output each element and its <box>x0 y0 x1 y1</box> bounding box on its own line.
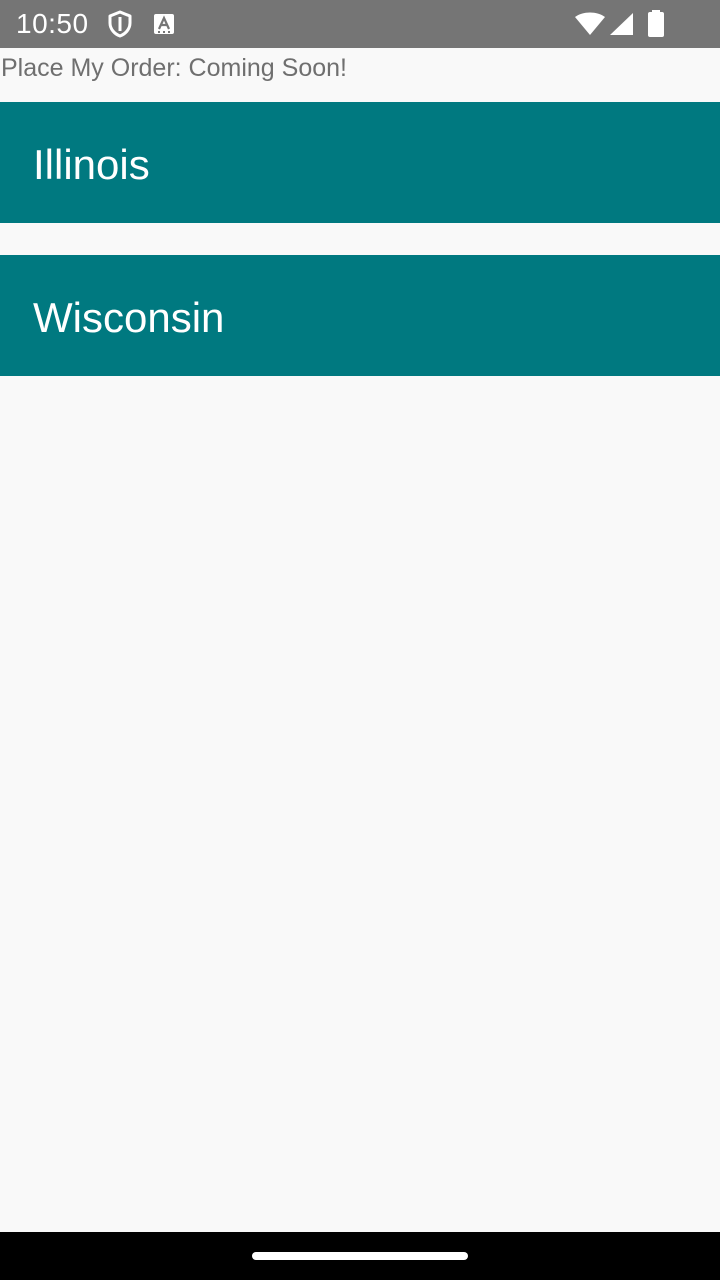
region-label: Wisconsin <box>33 294 225 341</box>
region-item-wisconsin[interactable]: Wisconsin <box>0 255 720 376</box>
battery-icon <box>648 10 664 37</box>
region-label: Illinois <box>33 141 150 188</box>
page-title: Place My Order: Coming Soon! <box>1 54 347 82</box>
shield-icon <box>108 10 132 38</box>
wifi-icon <box>575 12 605 35</box>
status-time: 10:50 <box>16 8 89 39</box>
status-bar: 10:50 <box>0 0 720 48</box>
region-list: Illinois Wisconsin <box>0 102 720 408</box>
cell-signal-icon <box>610 13 633 35</box>
navigation-bar <box>0 1232 720 1280</box>
home-handle-icon[interactable] <box>252 1252 468 1260</box>
region-item-illinois[interactable]: Illinois <box>0 102 720 223</box>
accessibility-text-icon <box>154 14 174 34</box>
